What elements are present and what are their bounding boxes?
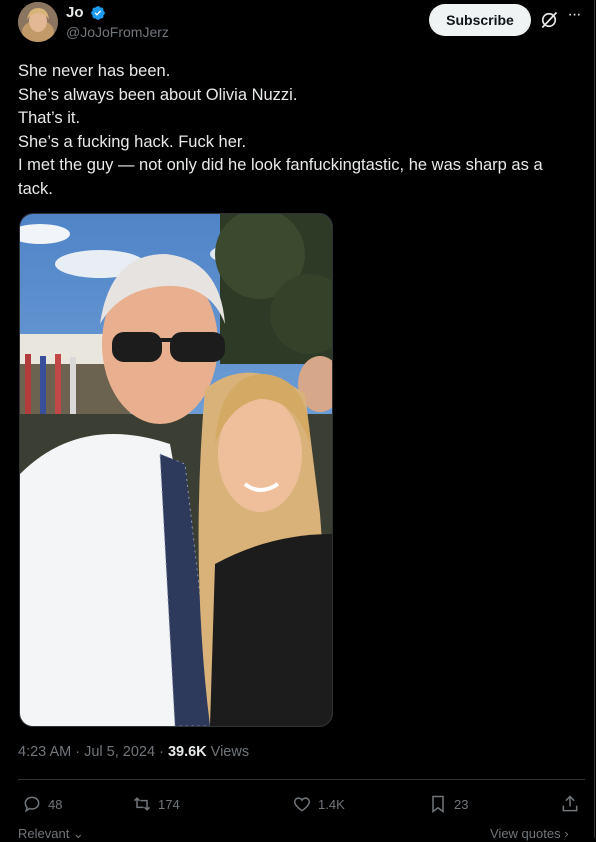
bookmark-count: 23 — [454, 796, 469, 812]
view-quotes-link[interactable]: View quotes › — [490, 826, 569, 841]
tweet-meta: 4:23 AM · Jul 5, 2024 · 39.6K Views — [18, 742, 249, 762]
heart-icon — [293, 797, 311, 812]
grok-icon[interactable] — [539, 10, 559, 30]
like-button[interactable]: 1.4K — [292, 792, 345, 816]
repost-button[interactable]: 174 — [132, 792, 180, 816]
tweet-line: I met the guy — not only did he look fan… — [18, 156, 543, 198]
meta-separator: · — [155, 744, 168, 760]
views-label: Views — [206, 744, 250, 760]
tweet-page: Jo @JoJoFromJerz Subscribe ··· She never… — [0, 0, 595, 841]
avatar[interactable] — [18, 2, 58, 42]
reply-button[interactable]: 48 — [22, 792, 62, 816]
tweet-line: That’s it. — [18, 109, 81, 127]
tweet-header: Jo @JoJoFromJerz Subscribe ··· — [18, 2, 581, 46]
views-count: 39.6K — [167, 744, 207, 760]
verified-badge-icon — [91, 6, 105, 20]
repost-count: 174 — [158, 796, 180, 812]
like-count: 1.4K — [318, 796, 345, 812]
reply-count: 48 — [48, 796, 63, 812]
tweet-line: She never has been. — [18, 62, 171, 80]
meta-separator: · — [71, 744, 85, 760]
share-button[interactable] — [560, 792, 586, 816]
user-names: Jo @JoJoFromJerz — [66, 4, 169, 42]
reply-icon — [24, 796, 40, 813]
tweet-photo[interactable] — [19, 213, 333, 727]
display-name[interactable]: Jo — [66, 4, 84, 22]
user-handle[interactable]: @JoJoFromJerz — [66, 22, 169, 42]
share-icon — [562, 795, 578, 812]
more-icon[interactable]: ··· — [564, 7, 584, 28]
repost-icon — [133, 797, 151, 811]
subscribe-button[interactable]: Subscribe — [429, 4, 531, 36]
tweet-line: She’s a fucking hack. Fuck her. — [18, 132, 247, 151]
tweet-line: She’s always been about Olivia Nuzzi. — [18, 85, 298, 104]
sort-replies-relevant[interactable]: Relevant ⌄ — [18, 826, 84, 842]
action-bar: 48 174 1.4K 23 — [22, 792, 582, 818]
bookmark-button[interactable]: 23 — [428, 792, 468, 816]
tweet-date[interactable]: Jul 5, 2024 — [84, 744, 155, 760]
tweet-time[interactable]: 4:23 AM — [18, 744, 71, 760]
selfie-photo — [20, 214, 332, 726]
bookmark-icon — [432, 795, 444, 813]
divider — [18, 779, 585, 780]
tweet-text: She never has been. She’s always been ab… — [18, 60, 578, 201]
